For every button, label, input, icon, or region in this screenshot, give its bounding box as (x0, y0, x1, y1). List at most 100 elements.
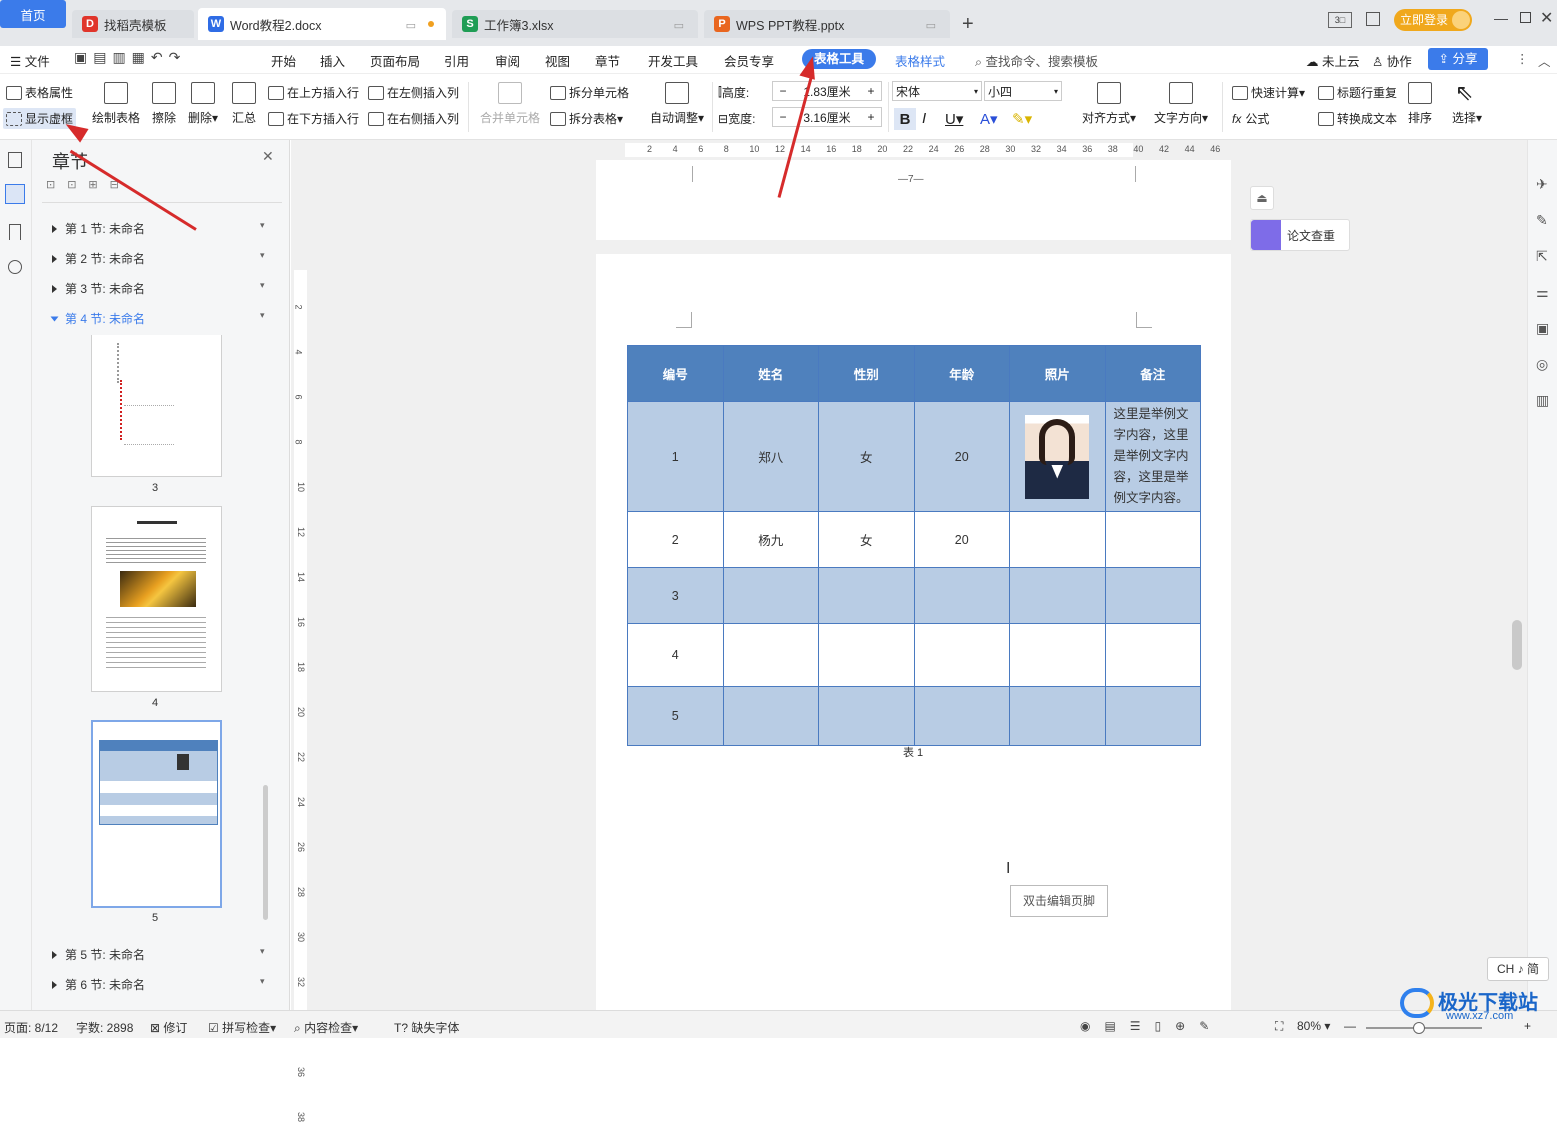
table-cell-photo[interactable] (1009, 401, 1106, 512)
table-cell[interactable]: 2 (627, 511, 724, 568)
missing-font-button[interactable]: T? 缺失字体 (394, 1019, 459, 1036)
insert-row-above-button[interactable]: 在上方插入行 (268, 84, 359, 101)
table-cell[interactable] (722, 623, 819, 687)
underline-button[interactable]: U▾ (945, 110, 963, 128)
plus-icon[interactable]: + (861, 84, 881, 98)
view-mode-icons[interactable]: ◉▤☰▯⊕✎ (1080, 1019, 1223, 1033)
font-size-select[interactable]: 小四 ▾ (984, 81, 1062, 101)
search-icon[interactable] (8, 260, 22, 274)
table-cell[interactable] (1009, 511, 1106, 568)
collapse-panel-icon[interactable]: ⏏ (1250, 186, 1274, 210)
menu-chapter[interactable]: 章节 (595, 51, 620, 70)
spell-check-toggle[interactable]: ☑ 拼写检查▾ (208, 1019, 276, 1036)
apps-grid-icon[interactable] (1366, 12, 1380, 26)
section-item[interactable]: 第 6 节: 未命名 ▾ (52, 976, 265, 993)
table-header-cell[interactable]: 照片 (1009, 345, 1106, 402)
table-cell[interactable] (1009, 623, 1106, 687)
summary-button[interactable]: 汇总 (232, 82, 256, 126)
menu-vip[interactable]: 会员专享 (724, 51, 774, 70)
content-check-toggle[interactable]: ⌕ 内容检查▾ (294, 1019, 358, 1036)
width-stepper[interactable]: − 3.16厘米 + (772, 107, 882, 127)
monitor-icon[interactable]: ▭ (926, 19, 936, 32)
close-pane-button[interactable]: ✕ (262, 148, 274, 165)
table-cell[interactable]: 5 (627, 686, 724, 746)
zoom-out-button[interactable]: — (1344, 1019, 1356, 1033)
plus-icon[interactable]: + (861, 110, 881, 124)
data-table[interactable]: 编号 姓名 性别 年龄 照片 备注 1 郑八 女 20 这里是举例文字内容，这里… (627, 345, 1201, 746)
fit-page-icon[interactable]: ⛶ (1275, 1019, 1283, 1034)
section-item[interactable]: 第 5 节: 未命名 ▾ (52, 946, 265, 963)
table-cell[interactable]: 1 (627, 401, 724, 512)
footer-edit-hint[interactable]: 双击编辑页脚 (1010, 885, 1108, 917)
table-header-cell[interactable]: 性别 (818, 345, 915, 402)
menu-review[interactable]: 审阅 (495, 51, 520, 70)
table-header-cell[interactable]: 编号 (627, 345, 724, 402)
file-menu[interactable]: ☰ 文件 (10, 51, 50, 70)
repeat-title-button[interactable]: 标题行重复 (1318, 84, 1397, 101)
table-cell[interactable] (818, 686, 915, 746)
table-cell[interactable] (1104, 623, 1201, 687)
tab-word-doc[interactable]: W Word教程2.docx ▭ (198, 8, 446, 40)
doc-scrollbar[interactable] (1509, 140, 1527, 1010)
split-table-button[interactable]: 拆分表格 ▾ (550, 110, 623, 127)
height-stepper[interactable]: − 1.83厘米 + (772, 81, 882, 101)
table-cell[interactable] (1009, 567, 1106, 624)
draw-table-button[interactable]: 绘制表格 (92, 82, 140, 126)
section-item[interactable]: 第 2 节: 未命名 ▾ (52, 250, 265, 267)
italic-button[interactable]: I (922, 110, 926, 127)
table-cell[interactable]: 3 (627, 567, 724, 624)
page-thumbnail[interactable] (91, 506, 222, 692)
collapse-ribbon-icon[interactable]: ︿ (1538, 51, 1551, 70)
table-cell[interactable] (1009, 686, 1106, 746)
horizontal-ruler[interactable]: 2 4 6 8 10 12 14 16 18 20 22 24 26 28 30 32 34 36 38 40 42 44… (291, 140, 1509, 160)
collab-button[interactable]: ♙ 协作 (1372, 51, 1412, 70)
table-cell[interactable]: 杨九 (722, 511, 819, 568)
rocket-icon[interactable]: ✈ (1536, 176, 1548, 193)
vertical-ruler[interactable]: 2468101214161820222426283032343638 (291, 160, 309, 1122)
table-cell[interactable] (722, 686, 819, 746)
table-cell[interactable] (1104, 686, 1201, 746)
insert-row-below-button[interactable]: 在下方插入行 (268, 110, 359, 127)
tab-home[interactable]: 首页 (0, 0, 66, 28)
settings-sliders-icon[interactable]: ⚌ (1536, 284, 1549, 301)
bookmark-icon[interactable] (9, 224, 21, 240)
quick-access-icons[interactable]: ▣▤▥▦↶↷ (74, 49, 186, 66)
word-count[interactable]: 字数: 2898 (76, 1019, 133, 1036)
page-thumbnail-selected[interactable] (91, 720, 222, 908)
pointer-icon[interactable]: ⇱ (1536, 248, 1548, 265)
split-cells-button[interactable]: 拆分单元格 (550, 84, 629, 101)
delete-button[interactable]: 删除▾ (188, 82, 218, 126)
table-cell[interactable]: 女 (818, 401, 915, 512)
close-window-button[interactable]: ✕ (1540, 8, 1553, 28)
menu-insert[interactable]: 插入 (320, 51, 345, 70)
table-cell[interactable] (913, 567, 1010, 624)
image-icon[interactable]: ▣ (1536, 320, 1549, 337)
pane-scrollbar[interactable] (263, 785, 268, 920)
ime-indicator[interactable]: CH ♪ 简 (1487, 957, 1549, 981)
font-color-button[interactable]: A▾ (980, 110, 998, 128)
auto-fit-button[interactable]: 自动调整▾ (650, 82, 704, 126)
minus-icon[interactable]: − (773, 84, 793, 98)
tab-template[interactable]: D 找稻壳模板 (72, 10, 194, 38)
table-cell[interactable] (1104, 511, 1201, 568)
table-header-cell[interactable]: 备注 (1104, 345, 1201, 402)
monitor-icon[interactable]: ▭ (406, 19, 416, 32)
cloud-status[interactable]: ☁ 未上云 (1306, 51, 1360, 70)
table-cell[interactable] (913, 686, 1010, 746)
table-cell[interactable]: 女 (818, 511, 915, 568)
table-cell[interactable]: 20 (913, 511, 1010, 568)
revise-toggle[interactable]: ⊠ 修订 (150, 1019, 187, 1036)
paper-check-button[interactable]: 论文查重 (1250, 219, 1350, 251)
section-item-active[interactable]: 第 4 节: 未命名 ▾ (50, 310, 265, 327)
formula-button[interactable]: fx 公式 (1232, 110, 1269, 127)
new-tab-button[interactable]: + (962, 13, 974, 36)
minimize-button[interactable]: — (1494, 10, 1508, 26)
table-cell[interactable] (913, 623, 1010, 687)
menu-view[interactable]: 视图 (545, 51, 570, 70)
page-thumbnail[interactable] (91, 335, 222, 477)
table-cell[interactable] (818, 623, 915, 687)
select-button[interactable]: ⇖ 选择▾ (1452, 82, 1482, 126)
minus-icon[interactable]: − (773, 110, 793, 124)
table-cell[interactable]: 郑八 (722, 401, 819, 512)
layout-icon[interactable]: 3□ (1328, 12, 1352, 28)
